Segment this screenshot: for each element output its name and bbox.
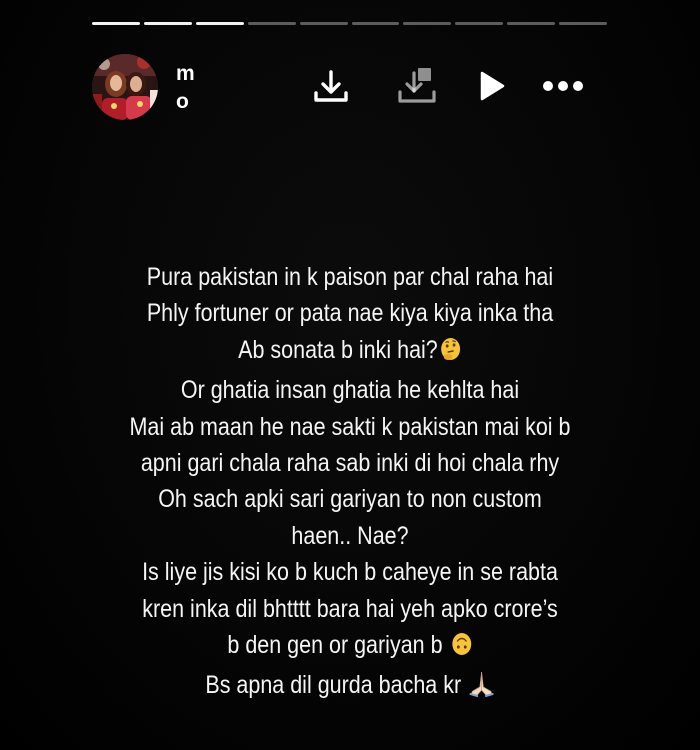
upside-down-face-emoji <box>450 631 472 667</box>
thinking-face-emoji <box>439 336 461 372</box>
save-to-collection-icon <box>398 68 436 103</box>
folded-hands-emoji <box>469 669 495 707</box>
story-header: mo <box>92 52 612 122</box>
progress-segment <box>92 22 140 25</box>
caption-line: Mai ab maan he nae sakti k pakistan mai … <box>129 412 571 441</box>
caption-line: Is liye jis kisi ko b kuch b caheye in s… <box>142 558 558 587</box>
progress-segment <box>195 22 244 25</box>
progress-segment <box>455 22 504 25</box>
avatar-photo <box>92 54 158 120</box>
story-viewer[interactable]: mo Pura pakistan in k paison par chal ra… <box>0 0 700 750</box>
progress-segment <box>143 22 192 25</box>
caption-line: haen.. Nae? <box>291 521 409 550</box>
progress-segment <box>247 22 296 25</box>
progress-segment <box>299 22 348 25</box>
play-icon <box>480 71 505 101</box>
play-button[interactable] <box>466 64 516 108</box>
caption-line: Bs apna dil gurda bacha kr <box>118 667 582 707</box>
username[interactable]: mo <box>176 60 206 116</box>
download-button[interactable] <box>306 64 356 108</box>
caption-line-text: b den gen or gariyan b <box>227 631 443 660</box>
progress-segment <box>351 22 400 25</box>
progress-segment <box>507 22 556 25</box>
more-icon <box>543 81 583 91</box>
caption-line: Or ghatia insan ghatia he kehlta hai <box>180 376 520 405</box>
caption-line: Ab sonata b inki hai? <box>118 332 582 372</box>
caption-line: apni gari chala raha sab inki di hoi cha… <box>140 449 560 478</box>
caption-line: kren inka dil bhtttt bara hai yeh apko c… <box>142 594 558 623</box>
caption-line: b den gen or gariyan b <box>118 627 582 667</box>
caption-line-text: Ab sonata b inki hai? <box>238 335 438 364</box>
avatar[interactable] <box>92 54 158 120</box>
progress-segment <box>403 22 452 25</box>
more-options-button[interactable] <box>538 64 588 108</box>
story-caption: Pura pakistan in k paison par chal raha … <box>118 259 582 708</box>
caption-line-text: Bs apna dil gurda bacha kr <box>205 671 462 700</box>
download-icon <box>314 70 348 102</box>
story-progress-bar <box>92 22 608 26</box>
caption-line: Pura pakistan in k paison par chal raha … <box>146 263 554 291</box>
save-button[interactable] <box>392 64 442 108</box>
caption-line: Oh sach apki sari gariyan to non custom <box>158 485 542 514</box>
caption-line: Phly fortuner or pata nae kiya kiya inka… <box>146 299 554 328</box>
progress-segment <box>559 22 608 25</box>
